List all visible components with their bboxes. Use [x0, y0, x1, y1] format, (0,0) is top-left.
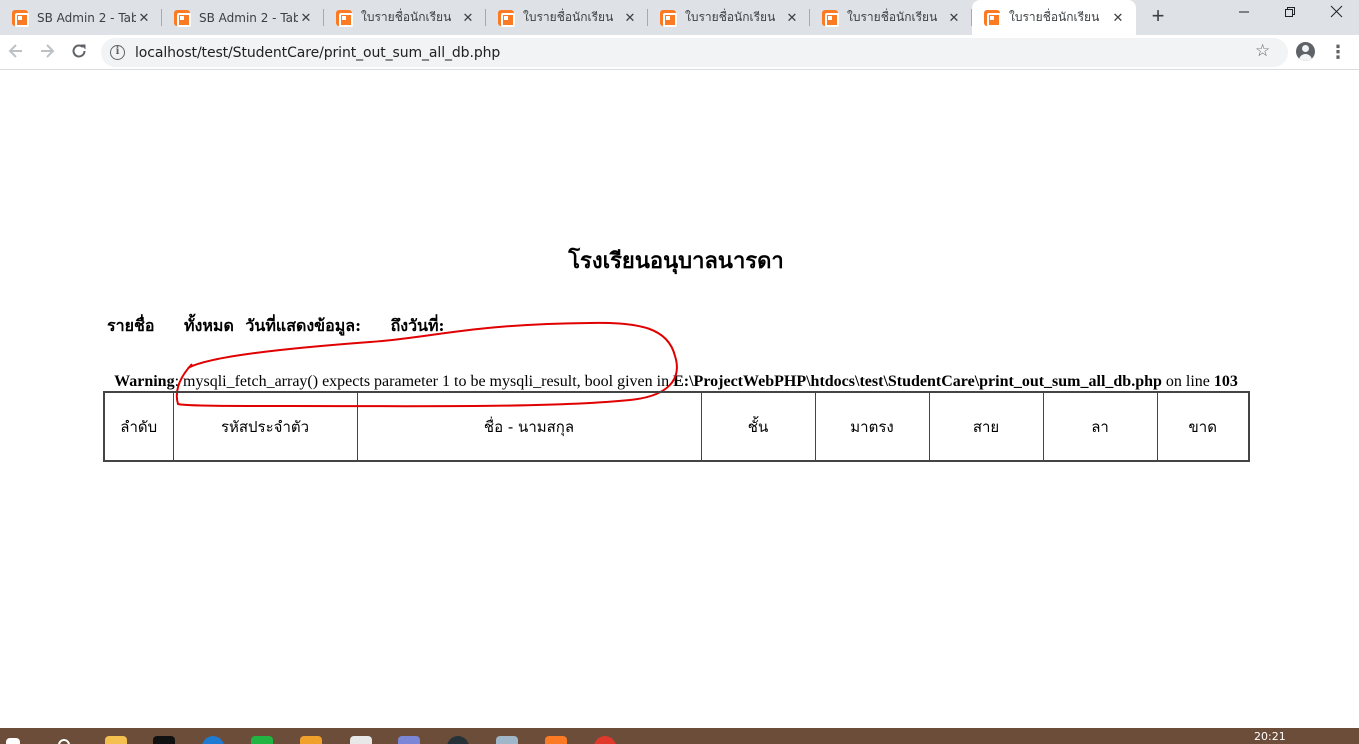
- warning-on-line: on line: [1161, 373, 1214, 390]
- col-student-id: รหัสประจำตัว: [172, 391, 358, 462]
- restore-icon: [1285, 7, 1295, 17]
- close-icon[interactable]: ✕: [784, 10, 800, 26]
- tab-title: ใบรายชื่อนักเรียน: [847, 10, 938, 24]
- url-text[interactable]: localhost/test/StudentCare/print_out_sum…: [135, 45, 500, 61]
- app-icon[interactable]: [398, 736, 420, 744]
- steam-icon[interactable]: [447, 736, 469, 744]
- kebab-menu-icon[interactable]: ⋮: [1328, 39, 1348, 65]
- xampp-favicon-icon: [498, 9, 515, 27]
- new-tab-button[interactable]: +: [1146, 5, 1170, 29]
- to-date-label: ถึงวันที่:: [390, 316, 445, 335]
- school-title: โรงเรียนอนุบาลนารดา: [568, 248, 784, 274]
- start-icon[interactable]: [6, 738, 20, 744]
- app-icon[interactable]: [350, 736, 372, 744]
- app-icon[interactable]: [153, 736, 175, 744]
- browser-tab-active[interactable]: ใบรายชื่อนักเรียน ✕: [972, 0, 1136, 35]
- col-full-name: ชื่อ - นามสกุล: [356, 391, 702, 462]
- bookmark-star-icon[interactable]: ☆: [1255, 41, 1270, 61]
- xampp-icon[interactable]: [545, 736, 567, 744]
- xampp-favicon-icon: [660, 9, 677, 27]
- close-icon[interactable]: ✕: [946, 10, 962, 26]
- minimize-icon: [1239, 11, 1249, 13]
- file-explorer-icon[interactable]: [105, 736, 127, 744]
- back-button[interactable]: [2, 39, 30, 67]
- windows-taskbar: 20:21: [0, 728, 1359, 744]
- search-icon[interactable]: [58, 739, 70, 744]
- reload-button[interactable]: [65, 39, 93, 67]
- browser-tab[interactable]: ใบรายชื่อนักเรียน ✕: [486, 0, 648, 35]
- back-arrow-icon: [8, 44, 22, 58]
- browser-tab[interactable]: SB Admin 2 - Tables ✕: [0, 0, 162, 35]
- col-on-time: มาตรง: [814, 391, 930, 462]
- xampp-favicon-icon: [174, 9, 191, 27]
- table-header-row: ลำดับ รหัสประจำตัว ชื่อ - นามสกุล ชั้น ม…: [103, 391, 1250, 462]
- report-header: รายชื่อ ทั้งหมด วันที่แสดงข้อมูล: ถึงวัน…: [107, 314, 468, 339]
- xampp-favicon-icon: [12, 9, 29, 27]
- taskbar-clock: 20:21: [1254, 730, 1286, 743]
- close-icon[interactable]: ✕: [460, 10, 476, 26]
- browser-tab[interactable]: ใบรายชื่อนักเรียน ✕: [810, 0, 972, 35]
- warning-message: : mysqli_fetch_array() expects parameter…: [174, 373, 674, 390]
- tab-title: ใบรายชื่อนักเรียน: [1009, 10, 1100, 24]
- col-absent: ขาด: [1156, 391, 1250, 462]
- close-window-icon: [1330, 5, 1342, 18]
- all-label: ทั้งหมด: [184, 316, 234, 335]
- app-icon[interactable]: [496, 736, 518, 744]
- attendance-table: ลำดับ รหัสประจำตัว ชื่อ - นามสกุล ชั้น ม…: [103, 391, 1250, 462]
- xampp-favicon-icon: [336, 9, 353, 27]
- tab-title: ใบรายชื่อนักเรียน: [685, 10, 776, 24]
- edge-icon[interactable]: [202, 736, 224, 744]
- forward-button[interactable]: [33, 39, 61, 67]
- info-icon[interactable]: i: [110, 45, 125, 60]
- php-warning: Warning: mysqli_fetch_array() expects pa…: [0, 373, 1352, 391]
- chrome-icon[interactable]: [594, 736, 616, 744]
- date-label: วันที่แสดงข้อมูล:: [245, 316, 361, 335]
- close-window-button[interactable]: [1313, 0, 1359, 30]
- browser-tab[interactable]: SB Admin 2 - Tables ✕: [162, 0, 324, 35]
- warning-file-path: E:\ProjectWebPHP\htdocs\test\StudentCare…: [673, 373, 1162, 390]
- forward-arrow-icon: [41, 44, 55, 58]
- restore-button[interactable]: [1267, 0, 1313, 30]
- close-icon[interactable]: ✕: [622, 10, 638, 26]
- close-icon[interactable]: ✕: [298, 10, 314, 26]
- warning-label: Warning: [114, 373, 175, 390]
- xampp-favicon-icon: [822, 9, 839, 27]
- col-late: สาย: [928, 391, 1044, 462]
- col-order: ลำดับ: [103, 391, 174, 462]
- col-leave: ลา: [1042, 391, 1158, 462]
- close-icon[interactable]: ✕: [1110, 10, 1126, 26]
- minimize-button[interactable]: [1221, 0, 1267, 30]
- col-class: ชั้น: [700, 391, 816, 462]
- tab-title: SB Admin 2 - Tables: [199, 10, 298, 25]
- tab-title: ใบรายชื่อนักเรียน: [361, 10, 452, 24]
- browser-toolbar: i localhost/test/StudentCare/print_out_s…: [0, 35, 1359, 70]
- reload-icon: [72, 44, 86, 58]
- list-label: รายชื่อ: [107, 316, 155, 335]
- line-icon[interactable]: [251, 736, 273, 744]
- close-icon[interactable]: ✕: [136, 10, 152, 26]
- tab-title: ใบรายชื่อนักเรียน: [523, 10, 614, 24]
- profile-icon[interactable]: [1296, 42, 1315, 61]
- tab-strip: SB Admin 2 - Tables ✕ SB Admin 2 - Table…: [0, 0, 1359, 35]
- address-bar[interactable]: i localhost/test/StudentCare/print_out_s…: [101, 38, 1288, 67]
- browser-tab[interactable]: ใบรายชื่อนักเรียน ✕: [648, 0, 810, 35]
- browser-tab[interactable]: ใบรายชื่อนักเรียน ✕: [324, 0, 486, 35]
- xampp-favicon-icon: [984, 9, 1001, 27]
- tab-title: SB Admin 2 - Tables: [37, 10, 136, 25]
- app-icon[interactable]: [300, 736, 322, 744]
- warning-line-number: 103: [1213, 373, 1238, 390]
